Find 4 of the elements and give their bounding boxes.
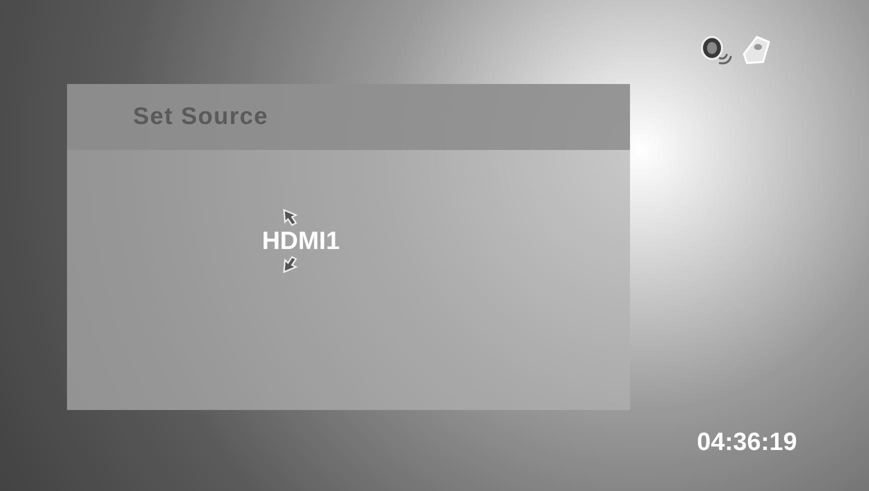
down-arrow-icon	[281, 256, 299, 274]
up-arrow-icon	[281, 208, 299, 226]
clock-time: 04:36:19	[696, 427, 797, 458]
source-value: HDMI1	[262, 226, 340, 256]
